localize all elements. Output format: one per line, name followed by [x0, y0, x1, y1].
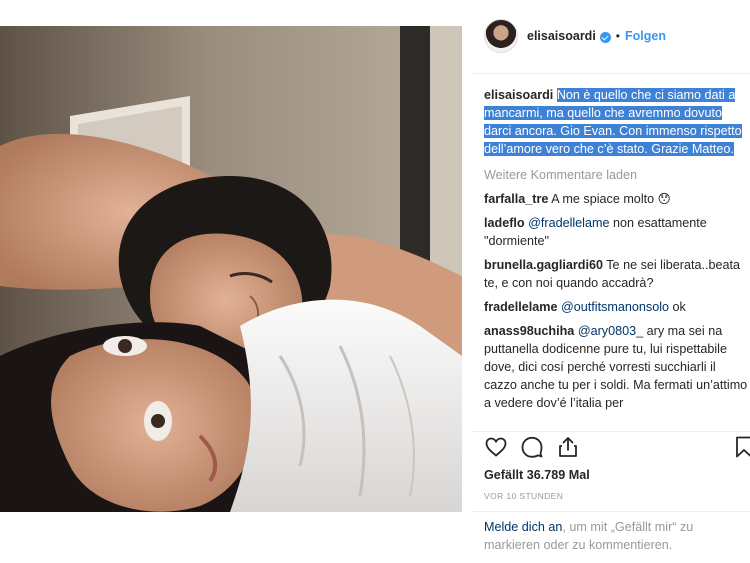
comment-item: fradellelame @outfitsmanonsolo ok [484, 298, 750, 316]
login-prompt: Melde dich an, um mit „Gefällt mir“ zu m… [484, 518, 744, 554]
heart-icon[interactable] [484, 435, 508, 464]
bookmark-icon[interactable] [732, 435, 750, 464]
login-link[interactable]: Melde dich an [484, 520, 562, 534]
post-username[interactable]: elisaisoardi [527, 29, 596, 43]
post-actions [482, 435, 750, 463]
comment-username[interactable]: brunella.gagliardi60 [484, 258, 603, 272]
comment-mention[interactable]: @fradellelame [528, 216, 609, 230]
actions-divider [472, 431, 750, 432]
comment-mention[interactable]: @ary0803_ [578, 324, 643, 338]
post-photo-image [0, 26, 462, 512]
comment-item: ladeflo @fradellelame non esattamente "d… [484, 214, 750, 250]
footer-divider [472, 511, 750, 512]
comment-username[interactable]: anass98uchiha [484, 324, 574, 338]
separator-dot: • [615, 29, 620, 43]
comments-list[interactable]: elisaisoardi Non è quello che ci siamo d… [484, 86, 750, 431]
comment-item: farfalla_tre A me spiace molto 😯 [484, 190, 750, 208]
comment-item: brunella.gagliardi60 Te ne sei liberata.… [484, 256, 750, 292]
post-caption: elisaisoardi Non è quello che ci siamo d… [484, 86, 750, 158]
likes-count[interactable]: Gefällt 36.789 Mal [484, 468, 590, 482]
follow-button[interactable]: Folgen [625, 29, 666, 43]
post-photo[interactable] [0, 26, 462, 512]
comment-mention[interactable]: @outfitsmanonsolo [561, 300, 669, 314]
comment-text: A me spiace molto 😯 [551, 192, 671, 206]
verified-badge-icon [599, 31, 611, 43]
comment-item: anass98uchiha @ary0803_ ary ma sei na pu… [484, 322, 750, 412]
caption-username[interactable]: elisaisoardi [484, 88, 553, 102]
avatar[interactable] [484, 19, 518, 53]
share-icon[interactable] [556, 435, 580, 464]
comment-text: ok [672, 300, 686, 314]
comment-bubble-icon[interactable] [520, 435, 544, 464]
comment-username[interactable]: fradellelame [484, 300, 558, 314]
load-more-comments-button[interactable]: Weitere Kommentare laden [484, 166, 750, 184]
post-timestamp[interactable]: VOR 10 STUNDEN [484, 491, 563, 501]
post-header: elisaisoardi • Folgen [472, 14, 750, 58]
header-divider [472, 73, 750, 74]
post-side-panel: elisaisoardi • Folgen elisaisoardi Non è… [472, 14, 750, 563]
comment-username[interactable]: farfalla_tre [484, 192, 548, 206]
comment-username[interactable]: ladeflo [484, 216, 525, 230]
